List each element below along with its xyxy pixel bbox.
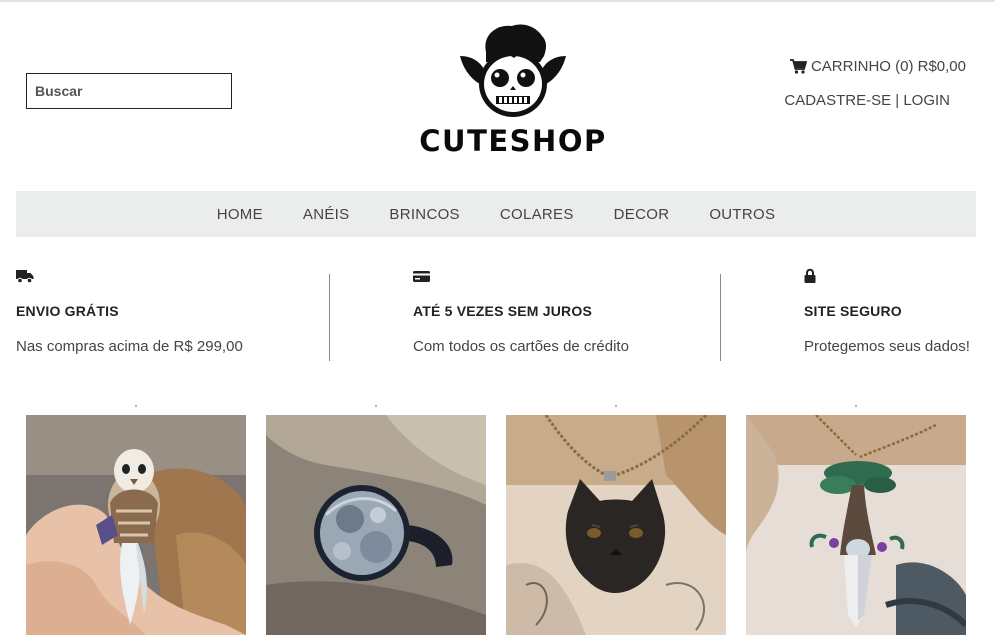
feature-title: ENVIO GRÁTIS <box>16 303 119 319</box>
credit-card-icon <box>413 271 430 282</box>
product-card-tree-pendant[interactable] <box>746 415 966 635</box>
divider-dot <box>135 405 137 407</box>
feature-description: Protegemos seus dados! <box>804 338 970 355</box>
feature-free-shipping: ENVIO GRÁTIS Nas compras acima de R$ 299… <box>16 268 243 355</box>
product-card-moon-ring[interactable] <box>266 415 486 635</box>
main-nav: HOME ANÉIS BRINCOS COLARES DECOR OUTROS <box>16 191 976 237</box>
divider-dot <box>615 405 617 407</box>
feature-description: Com todos os cartões de crédito <box>413 338 629 355</box>
divider-dot <box>855 405 857 407</box>
nav-item-aneis[interactable]: ANÉIS <box>303 206 350 223</box>
lock-icon <box>804 268 816 283</box>
search-box[interactable] <box>26 73 232 109</box>
nav-item-brincos[interactable]: BRINCOS <box>389 206 459 223</box>
feature-title: ATÉ 5 VEZES SEM JUROS <box>413 303 592 319</box>
black-cat-necklace-photo <box>506 415 726 635</box>
owl-pendant-photo <box>26 415 246 635</box>
skull-mascot-icon <box>460 24 566 117</box>
feature-description: Nas compras acima de R$ 299,00 <box>16 338 243 355</box>
account-links: CADASTRE-SE | LOGIN <box>784 92 950 109</box>
divider-dot <box>375 405 377 407</box>
brand-logo[interactable]: CUTESHOP <box>418 22 608 162</box>
feature-divider <box>720 274 721 361</box>
truck-icon <box>16 270 34 284</box>
product-card-owl-pendant[interactable] <box>26 415 246 635</box>
product-card-cat-necklace[interactable] <box>506 415 726 635</box>
feature-installments: ATÉ 5 VEZES SEM JUROS Com todos os cartõ… <box>413 268 629 355</box>
account-separator: | <box>891 92 904 109</box>
tree-pendant-photo <box>746 415 966 635</box>
feature-secure-site: SITE SEGURO Protegemos seus dados! <box>804 268 970 355</box>
moon-ring-photo <box>266 415 486 635</box>
search-input[interactable] <box>27 74 231 108</box>
nav-item-home[interactable]: HOME <box>217 206 263 223</box>
cart-icon <box>789 59 807 74</box>
feature-divider <box>329 274 330 361</box>
register-link[interactable]: CADASTRE-SE <box>784 92 891 109</box>
nav-item-outros[interactable]: OUTROS <box>709 206 775 223</box>
top-border <box>0 0 995 2</box>
login-link[interactable]: LOGIN <box>903 92 950 109</box>
cart-label: CARRINHO (0) R$0,00 <box>810 58 966 75</box>
nav-item-decor[interactable]: DECOR <box>614 206 670 223</box>
cart-link[interactable]: CARRINHO (0) R$0,00 <box>789 58 966 75</box>
nav-item-colares[interactable]: COLARES <box>500 206 574 223</box>
brand-name: CUTESHOP <box>419 124 607 158</box>
feature-title: SITE SEGURO <box>804 303 902 319</box>
